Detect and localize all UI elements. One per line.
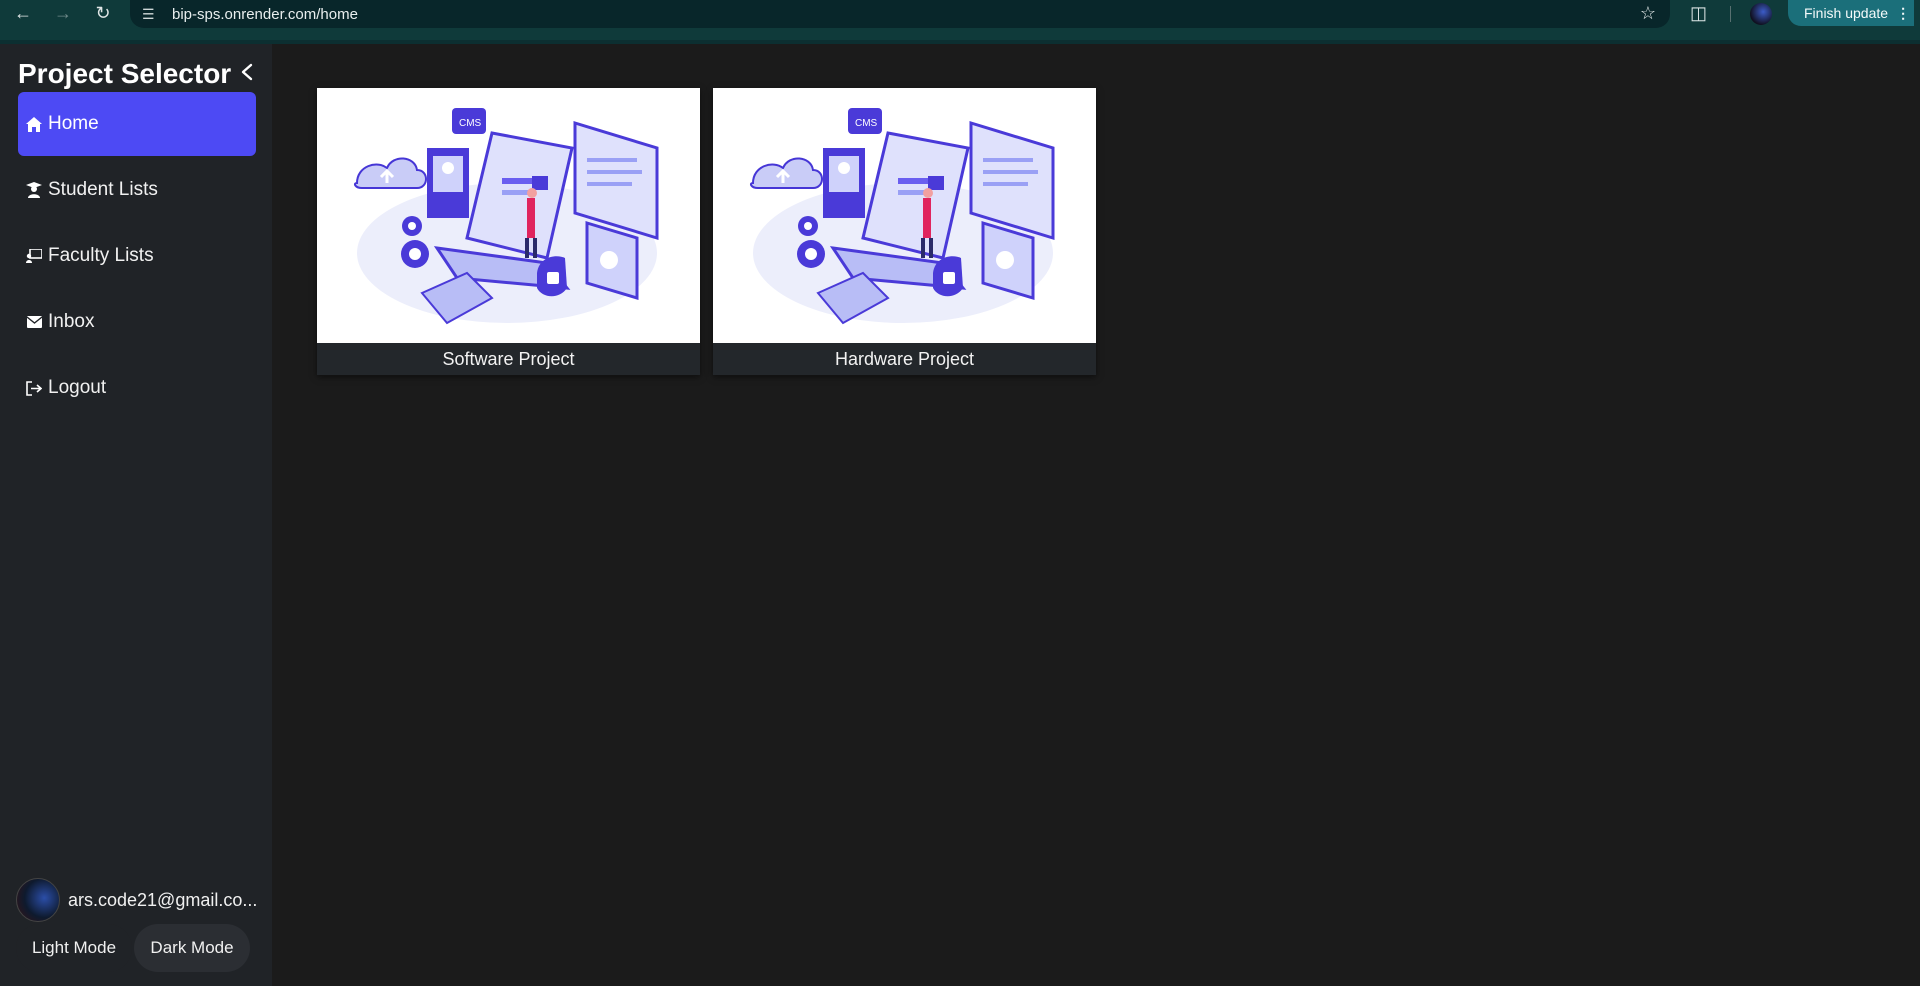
sidebar: Project Selector Home Student Lists Facu… bbox=[0, 44, 272, 986]
sidebar-item-home[interactable]: Home bbox=[18, 92, 256, 156]
project-card-label: Hardware Project bbox=[713, 343, 1096, 375]
address-bar[interactable]: ☰ bip-sps.onrender.com/home ☆ bbox=[130, 0, 1670, 28]
back-icon[interactable]: ← bbox=[8, 0, 38, 26]
site-settings-icon[interactable]: ☰ bbox=[142, 6, 166, 23]
sidebar-item-faculty-lists[interactable]: Faculty Lists bbox=[18, 224, 256, 288]
project-card-hardware[interactable]: CMS Hardware Project bbox=[713, 88, 1096, 375]
student-icon bbox=[26, 182, 42, 198]
finish-update-button[interactable]: Finish update ⋮ bbox=[1788, 0, 1914, 26]
light-mode-button[interactable]: Light Mode bbox=[16, 924, 132, 972]
sidebar-item-label: Faculty Lists bbox=[48, 245, 154, 266]
browser-toolbar: ← → ↻ ☰ bip-sps.onrender.com/home ☆ ◫ Fi… bbox=[0, 0, 1920, 44]
home-icon bbox=[26, 116, 42, 132]
profile-avatar[interactable] bbox=[1750, 3, 1772, 25]
reload-icon[interactable]: ↻ bbox=[88, 0, 118, 26]
user-email: ars.code21@gmail.co... bbox=[68, 889, 258, 910]
app-title: Project Selector bbox=[18, 58, 232, 89]
project-illustration: CMS bbox=[317, 88, 700, 343]
extensions-icon[interactable]: ◫ bbox=[1690, 3, 1707, 24]
collapse-sidebar-icon[interactable] bbox=[240, 60, 254, 88]
faculty-icon bbox=[26, 248, 42, 264]
more-vertical-icon: ⋮ bbox=[1896, 4, 1911, 21]
sidebar-menu: Home Student Lists Faculty Lists Inbox L… bbox=[18, 92, 256, 422]
avatar bbox=[16, 878, 60, 922]
toolbar-divider bbox=[1730, 6, 1731, 22]
user-profile[interactable]: ars.code21@gmail.co... bbox=[16, 878, 260, 922]
sidebar-item-label: Student Lists bbox=[48, 179, 158, 200]
url-text[interactable]: bip-sps.onrender.com/home bbox=[172, 6, 358, 23]
project-illustration: CMS bbox=[713, 88, 1096, 343]
sidebar-header: Project Selector bbox=[18, 58, 254, 90]
sidebar-item-logout[interactable]: Logout bbox=[18, 356, 256, 420]
bookmark-star-icon[interactable]: ☆ bbox=[1640, 3, 1656, 24]
svg-text:CMS: CMS bbox=[459, 118, 482, 129]
sidebar-item-label: Home bbox=[48, 113, 99, 134]
forward-icon[interactable]: → bbox=[48, 0, 78, 26]
mail-icon bbox=[26, 314, 42, 330]
main-content: CMS Software Project CMS Hardware Projec… bbox=[272, 44, 1920, 986]
sidebar-item-inbox[interactable]: Inbox bbox=[18, 290, 256, 354]
dark-mode-button[interactable]: Dark Mode bbox=[134, 924, 250, 972]
logout-icon bbox=[26, 380, 42, 396]
theme-toggle: Light Mode Dark Mode bbox=[16, 924, 250, 972]
sidebar-item-label: Logout bbox=[48, 377, 107, 398]
project-card-label: Software Project bbox=[317, 343, 700, 375]
project-card-software[interactable]: CMS Software Project bbox=[317, 88, 700, 375]
sidebar-item-student-lists[interactable]: Student Lists bbox=[18, 158, 256, 222]
sidebar-item-label: Inbox bbox=[48, 311, 95, 332]
finish-update-label: Finish update bbox=[1804, 5, 1889, 21]
svg-text:CMS: CMS bbox=[855, 118, 878, 129]
